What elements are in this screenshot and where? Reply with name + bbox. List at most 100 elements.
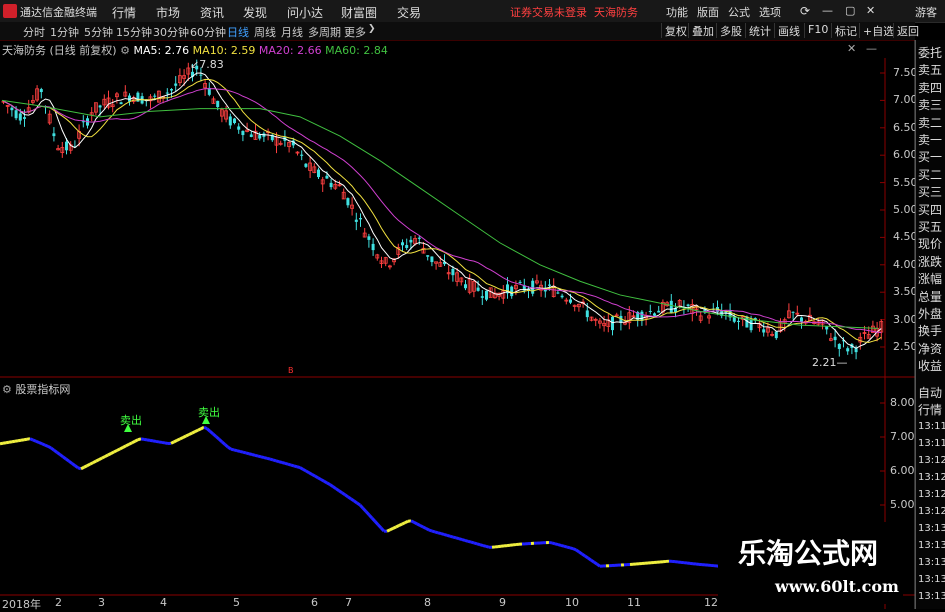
- candle-body: [838, 344, 841, 349]
- indicator-segment: [186, 435, 189, 436]
- btn-zixuan[interactable]: +自选: [859, 23, 897, 38]
- btn-f10[interactable]: F10: [804, 23, 831, 38]
- chevron-right-icon[interactable]: ❯: [368, 24, 376, 34]
- refresh-icon[interactable]: ⟳: [800, 4, 810, 18]
- candle-body: [317, 170, 320, 177]
- indicator-segment: [348, 497, 351, 499]
- period-fenshi[interactable]: 分时: [23, 24, 45, 40]
- side-label: 买五: [918, 218, 942, 236]
- indicator-segment: [273, 460, 276, 461]
- candle-body: [481, 296, 484, 298]
- indicator-segment: [36, 441, 39, 442]
- x-axis-label: 11: [627, 596, 641, 609]
- indicator-segment: [309, 473, 312, 475]
- indicator-segment: [99, 458, 102, 460]
- indicator-segment: [180, 437, 183, 438]
- x-axis-label: 5: [233, 596, 240, 609]
- indicator-segment: [84, 466, 87, 468]
- price-tick: 5.50: [893, 176, 918, 189]
- indicator-segment: [576, 550, 579, 552]
- candle-body: [229, 116, 232, 125]
- menu-wenxiaoda[interactable]: 问小达: [287, 4, 323, 21]
- btn-huaxian[interactable]: 画线: [774, 23, 803, 38]
- indicator-segment: [342, 493, 345, 495]
- period-15min[interactable]: 15分钟: [116, 24, 152, 40]
- toolbar-gongneng[interactable]: 功能: [666, 4, 688, 20]
- period-30min[interactable]: 30分钟: [153, 24, 189, 40]
- indicator-segment: [252, 455, 255, 456]
- indicator-segment: [237, 451, 240, 452]
- menu-faxian[interactable]: 发现: [243, 4, 267, 21]
- menu-shichang[interactable]: 市场: [156, 4, 180, 21]
- indicator-segment: [432, 531, 435, 532]
- candle-body: [834, 337, 837, 340]
- indicator-segment: [471, 542, 474, 543]
- indicator-segment: [81, 467, 84, 469]
- indicator-segment: [327, 483, 330, 485]
- side-label: 换手: [918, 322, 942, 340]
- indicator-segment: [381, 528, 384, 531]
- toolbar-banmian[interactable]: 版面: [697, 4, 719, 20]
- toolbar-gongshi[interactable]: 公式: [728, 4, 750, 20]
- btn-tongji[interactable]: 统计: [745, 23, 774, 38]
- indicator-segment: [108, 453, 111, 455]
- btn-diejia[interactable]: 叠加: [688, 23, 717, 38]
- indicator-segment: [288, 464, 291, 465]
- minimize-icon[interactable]: —: [822, 4, 833, 17]
- maximize-icon[interactable]: ▢: [845, 4, 855, 17]
- candle-body: [40, 89, 43, 92]
- indicator-segment: [306, 471, 309, 473]
- toolbar-xuanxiang[interactable]: 选项: [759, 4, 781, 20]
- btn-duogu[interactable]: 多股: [716, 23, 745, 38]
- btn-biaoji[interactable]: 标记: [831, 23, 860, 38]
- period-1min[interactable]: 1分钟: [50, 24, 79, 40]
- sub-tick-5: 5.00: [890, 498, 915, 511]
- indicator-segment: [162, 442, 165, 443]
- side-time-label: 13:11: [918, 418, 945, 436]
- indicator-segment: [111, 452, 114, 454]
- indicator-segment: [285, 463, 288, 464]
- side-label: 买四: [918, 201, 942, 219]
- x-axis-label: 2018年: [2, 596, 41, 612]
- indicator-segment: [561, 545, 564, 546]
- candle-body: [451, 269, 454, 275]
- candle-body: [762, 329, 765, 332]
- indicator-segment: [255, 455, 258, 456]
- candle-body: [737, 321, 740, 322]
- candle-body: [300, 155, 303, 156]
- period-monthly[interactable]: 月线: [281, 24, 303, 40]
- period-weekly[interactable]: 周线: [254, 24, 276, 40]
- side-time-label: 行情: [918, 401, 942, 419]
- period-daily[interactable]: 日线: [227, 24, 249, 40]
- menu-zixun[interactable]: 资讯: [200, 4, 224, 21]
- indicator-segment: [297, 467, 300, 468]
- indicator-segment: [594, 562, 597, 564]
- indicator-segment: [330, 485, 333, 487]
- watermark-url: www.60lt.com: [775, 577, 899, 596]
- indicator-segment: [312, 474, 315, 476]
- menu-hangqing[interactable]: 行情: [112, 4, 136, 21]
- candle-body: [199, 75, 202, 76]
- indicator-segment: [480, 545, 483, 546]
- period-60min[interactable]: 60分钟: [190, 24, 226, 40]
- candle-body: [477, 288, 480, 291]
- settings-icon-sub[interactable]: ⚙: [2, 383, 12, 396]
- indicator-segment: [357, 503, 360, 505]
- side-time-label: 13:13: [918, 520, 945, 538]
- indicator-segment: [210, 431, 213, 434]
- indicator-segment: [171, 442, 174, 443]
- btn-back[interactable]: 返回: [893, 23, 922, 38]
- menu-caifuquan[interactable]: 财富圈: [341, 4, 377, 21]
- period-multi[interactable]: 多周期: [308, 24, 341, 40]
- user-label[interactable]: 游客: [915, 4, 937, 20]
- indicator-segment: [333, 487, 336, 489]
- candle-body: [846, 348, 849, 351]
- btn-fuquan[interactable]: 复权: [661, 23, 690, 38]
- x-axis-label: 6: [311, 596, 318, 609]
- period-more[interactable]: 更多: [344, 24, 366, 40]
- close-icon[interactable]: ✕: [866, 4, 875, 17]
- side-label: 买一: [918, 148, 942, 166]
- indicator-segment: [486, 546, 489, 547]
- menu-jiaoyi[interactable]: 交易: [397, 4, 421, 21]
- period-5min[interactable]: 5分钟: [84, 24, 113, 40]
